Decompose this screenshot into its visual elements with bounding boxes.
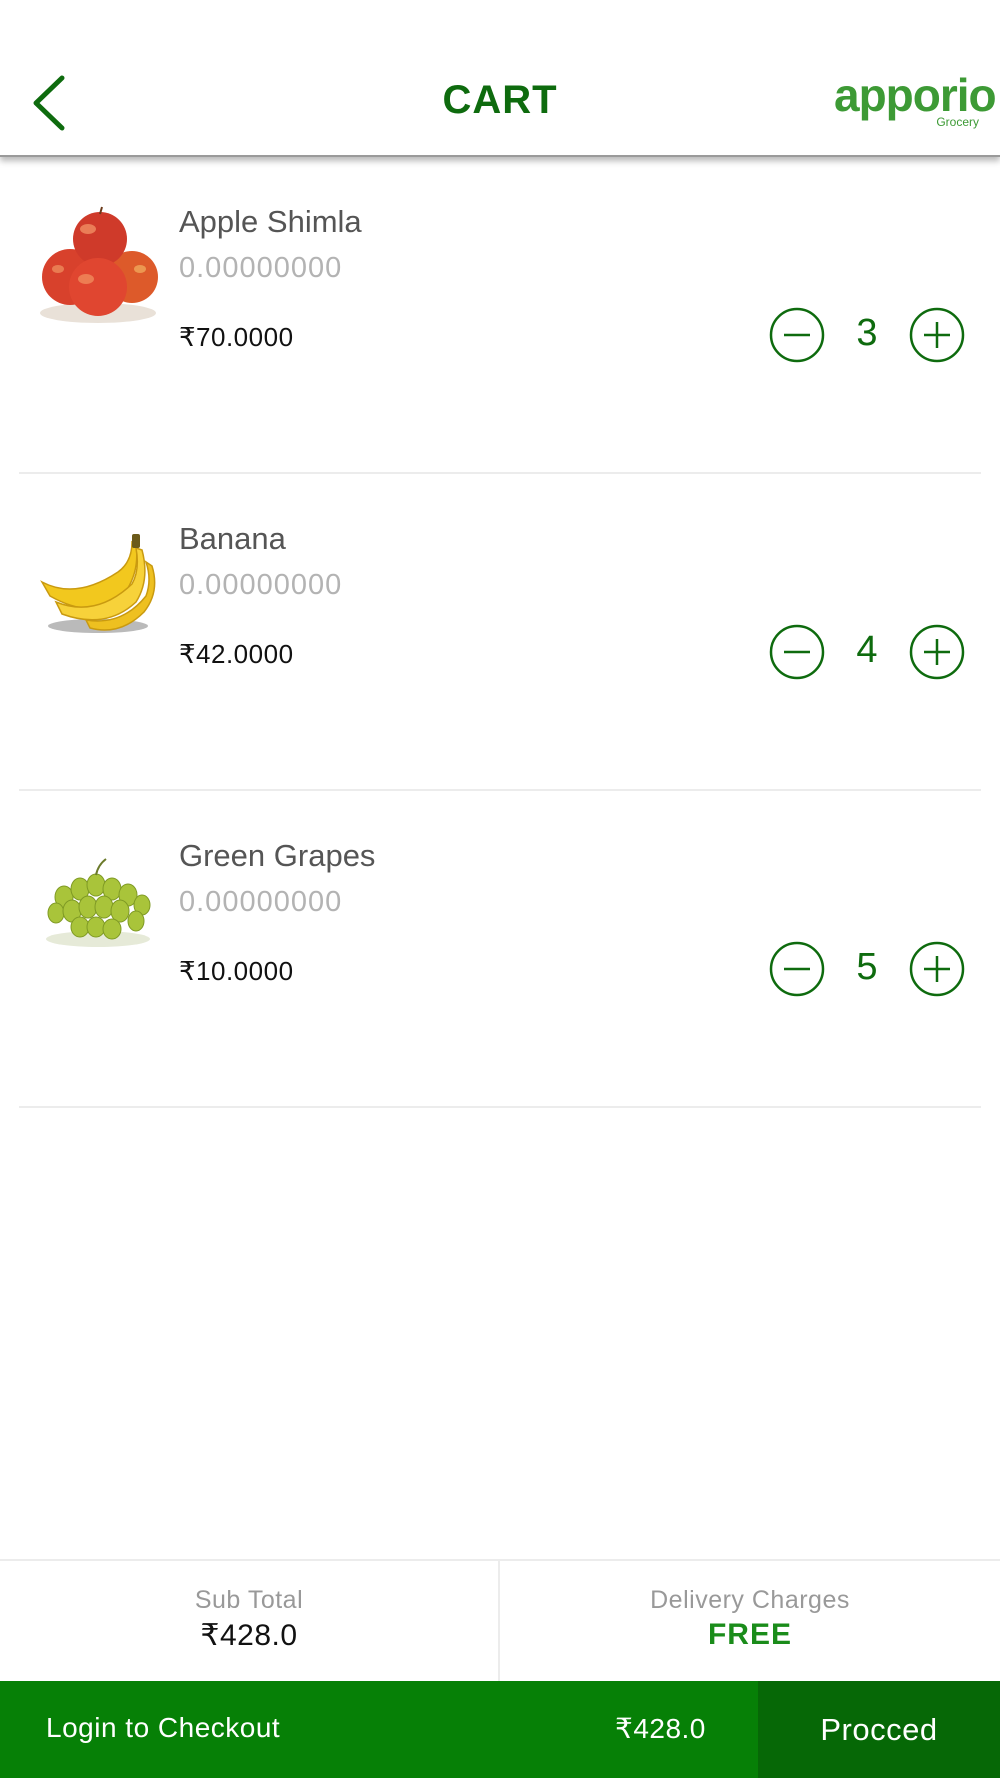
subtotal-value: ₹428.0 — [200, 1619, 298, 1652]
increase-quantity-button[interactable] — [909, 941, 965, 997]
logo-word: apporio — [834, 69, 997, 121]
cart-item: Banana 0.00000000 ₹42.0000 4 — [0, 474, 1000, 791]
item-name: Apple Shimla — [179, 204, 362, 239]
item-subtext: 0.00000000 — [179, 252, 343, 284]
delivery-section: Delivery Charges FREE — [500, 1561, 1000, 1681]
bananas-image — [36, 522, 160, 646]
item-price: ₹70.0000 — [179, 322, 294, 352]
app-header: CART apporio Grocery — [0, 0, 1000, 157]
login-to-checkout-button[interactable]: Login to Checkout — [46, 1712, 280, 1744]
item-name: Green Grapes — [179, 838, 376, 873]
item-subtext: 0.00000000 — [179, 886, 343, 918]
delivery-charges-label: Delivery Charges — [650, 1586, 850, 1614]
order-summary: Sub Total ₹428.0 Delivery Charges FREE — [0, 1559, 1000, 1681]
cart-item: Apple Shimla 0.00000000 ₹70.0000 3 — [0, 157, 1000, 474]
increase-quantity-button[interactable] — [909, 307, 965, 363]
item-price: ₹42.0000 — [179, 639, 294, 669]
logo-subtext: Grocery — [936, 115, 979, 129]
checkout-total: ₹428.0 — [615, 1713, 706, 1744]
cart-item-list: Apple Shimla 0.00000000 ₹70.0000 3 Banan… — [0, 157, 1000, 1108]
item-divider — [19, 1106, 981, 1108]
quantity-value: 4 — [856, 629, 878, 671]
cart-item: Green Grapes 0.00000000 ₹10.0000 5 — [0, 791, 1000, 1108]
subtotal-section: Sub Total ₹428.0 — [0, 1561, 500, 1681]
decrease-quantity-button[interactable] — [769, 307, 825, 363]
quantity-value: 3 — [856, 312, 878, 354]
checkout-bar: Login to Checkout ₹428.0 Procced — [0, 1681, 1000, 1778]
decrease-quantity-button[interactable] — [769, 941, 825, 997]
delivery-charges-value: FREE — [707, 1618, 792, 1651]
quantity-value: 5 — [856, 946, 878, 988]
subtotal-label: Sub Total — [194, 1586, 304, 1614]
apples-image — [36, 205, 160, 329]
item-subtext: 0.00000000 — [179, 569, 343, 601]
item-price: ₹10.0000 — [179, 956, 294, 986]
decrease-quantity-button[interactable] — [769, 624, 825, 680]
apporio-grocery-logo: apporio Grocery — [834, 72, 997, 132]
increase-quantity-button[interactable] — [909, 624, 965, 680]
minus-circle-icon — [769, 307, 825, 363]
plus-circle-icon — [909, 307, 965, 363]
minus-circle-icon — [769, 941, 825, 997]
plus-circle-icon — [909, 624, 965, 680]
minus-circle-icon — [769, 624, 825, 680]
plus-circle-icon — [909, 941, 965, 997]
item-name: Banana — [179, 521, 286, 556]
proceed-button[interactable]: Procced — [758, 1681, 1000, 1778]
green-grapes-image — [36, 839, 160, 963]
